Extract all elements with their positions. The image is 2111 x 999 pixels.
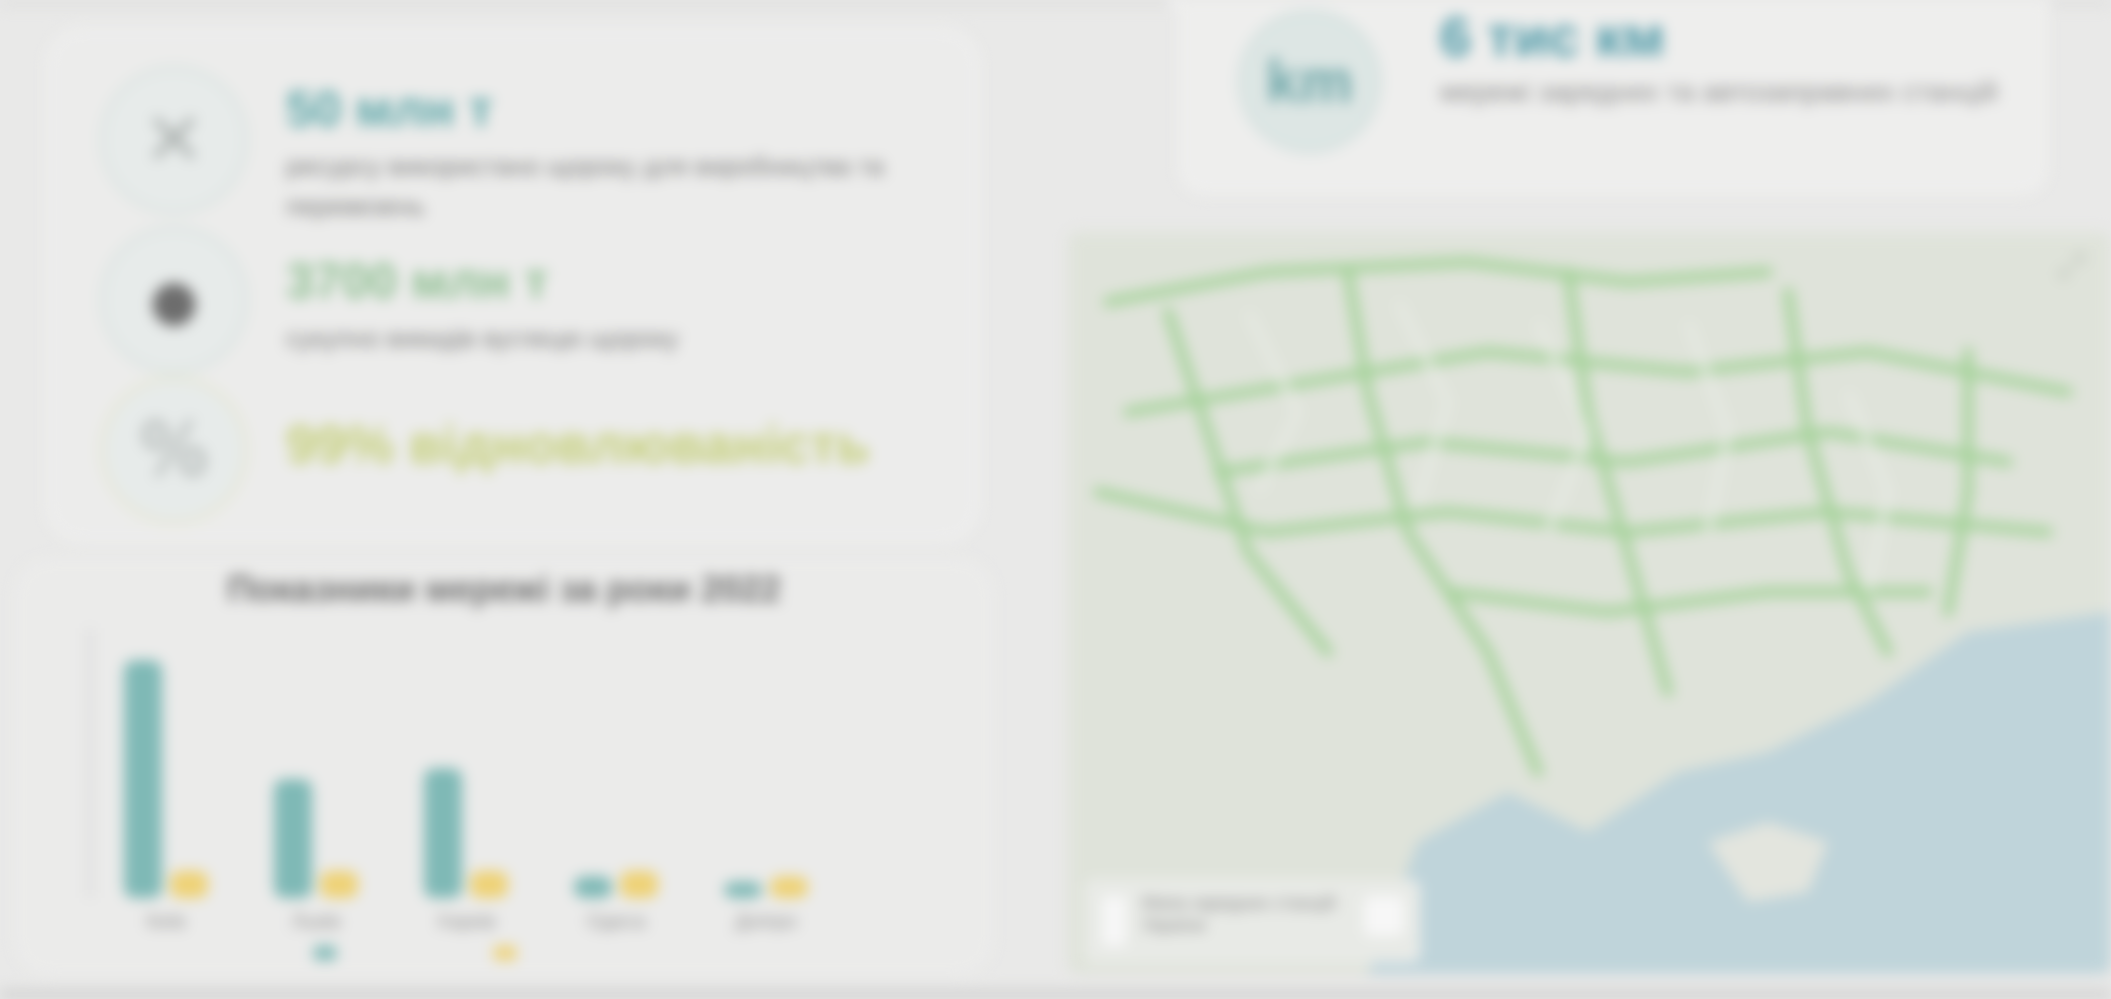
x-tick-label: Дніпро	[735, 911, 797, 933]
bar-primary	[574, 876, 612, 898]
bar-primary	[124, 660, 162, 898]
stat-row-renewable: % 99% відновлюваність	[48, 370, 978, 524]
legend-swatch	[1102, 896, 1126, 946]
bar-secondary	[770, 876, 808, 898]
legend-swatch	[314, 946, 336, 960]
blurred-screen: ✕ 50 млн т ресурсу використано щороку дл…	[0, 0, 2111, 999]
x-tick-label: Харків	[436, 911, 495, 933]
network-description: мережі зарядних та автозаправних станцій	[1440, 76, 1998, 107]
chart-card: Показники мережі за роки 2022 Київ Львів Х…	[14, 558, 994, 976]
expand-icon[interactable]: ⤢	[2058, 246, 2085, 286]
x-tick-label: Київ	[146, 911, 185, 933]
bar-primary	[724, 881, 762, 898]
distance-icon: km	[1238, 10, 1381, 153]
x-tick-label: Львів	[291, 911, 340, 933]
x-tick-label: Одеса	[586, 911, 646, 933]
map-legend: Мапа зарядних станцій України	[1086, 880, 1420, 962]
stat-value: 3700 млн т	[286, 253, 549, 309]
stat-description: сукупно викидів вуглецю щороку	[286, 323, 679, 353]
stat-row-resource: ✕ 50 млн т ресурсу використано щороку дл…	[48, 50, 978, 221]
stat-row-emissions: ● 3700 млн т сукупно викидів вуглецю щор…	[48, 210, 978, 374]
bar-secondary	[170, 871, 208, 898]
bar-secondary	[320, 871, 358, 898]
bar-chart: Київ Львів Харків Одеса Дніпро	[88, 628, 808, 960]
network-card: km 6 тис км мережі зарядних та автозапра…	[1178, 0, 2048, 195]
legend-toggle-button[interactable]	[1364, 896, 1404, 936]
bottom-strip	[0, 990, 2111, 999]
legend-text: Мапа зарядних станцій України	[1142, 893, 1336, 935]
map-panel[interactable]: ⤢ Мапа зарядних станцій України	[1068, 232, 2111, 974]
map-canvas[interactable]	[1068, 232, 2111, 974]
bar-secondary	[470, 871, 508, 898]
dot-icon: ●	[100, 226, 248, 374]
no-charging-icon: ✕	[100, 66, 248, 214]
stats-card: ✕ 50 млн т ресурсу використано щороку дл…	[46, 28, 980, 542]
pricing-icon: %	[100, 376, 248, 524]
network-title: 6 тис км	[1440, 5, 1665, 68]
legend-swatch	[494, 946, 516, 960]
stat-value: 99% відновлюваність	[286, 415, 870, 475]
bar-primary	[274, 779, 312, 898]
bar-primary	[424, 768, 462, 898]
stat-value: 50 млн т	[286, 81, 493, 137]
bar-secondary	[620, 871, 658, 898]
